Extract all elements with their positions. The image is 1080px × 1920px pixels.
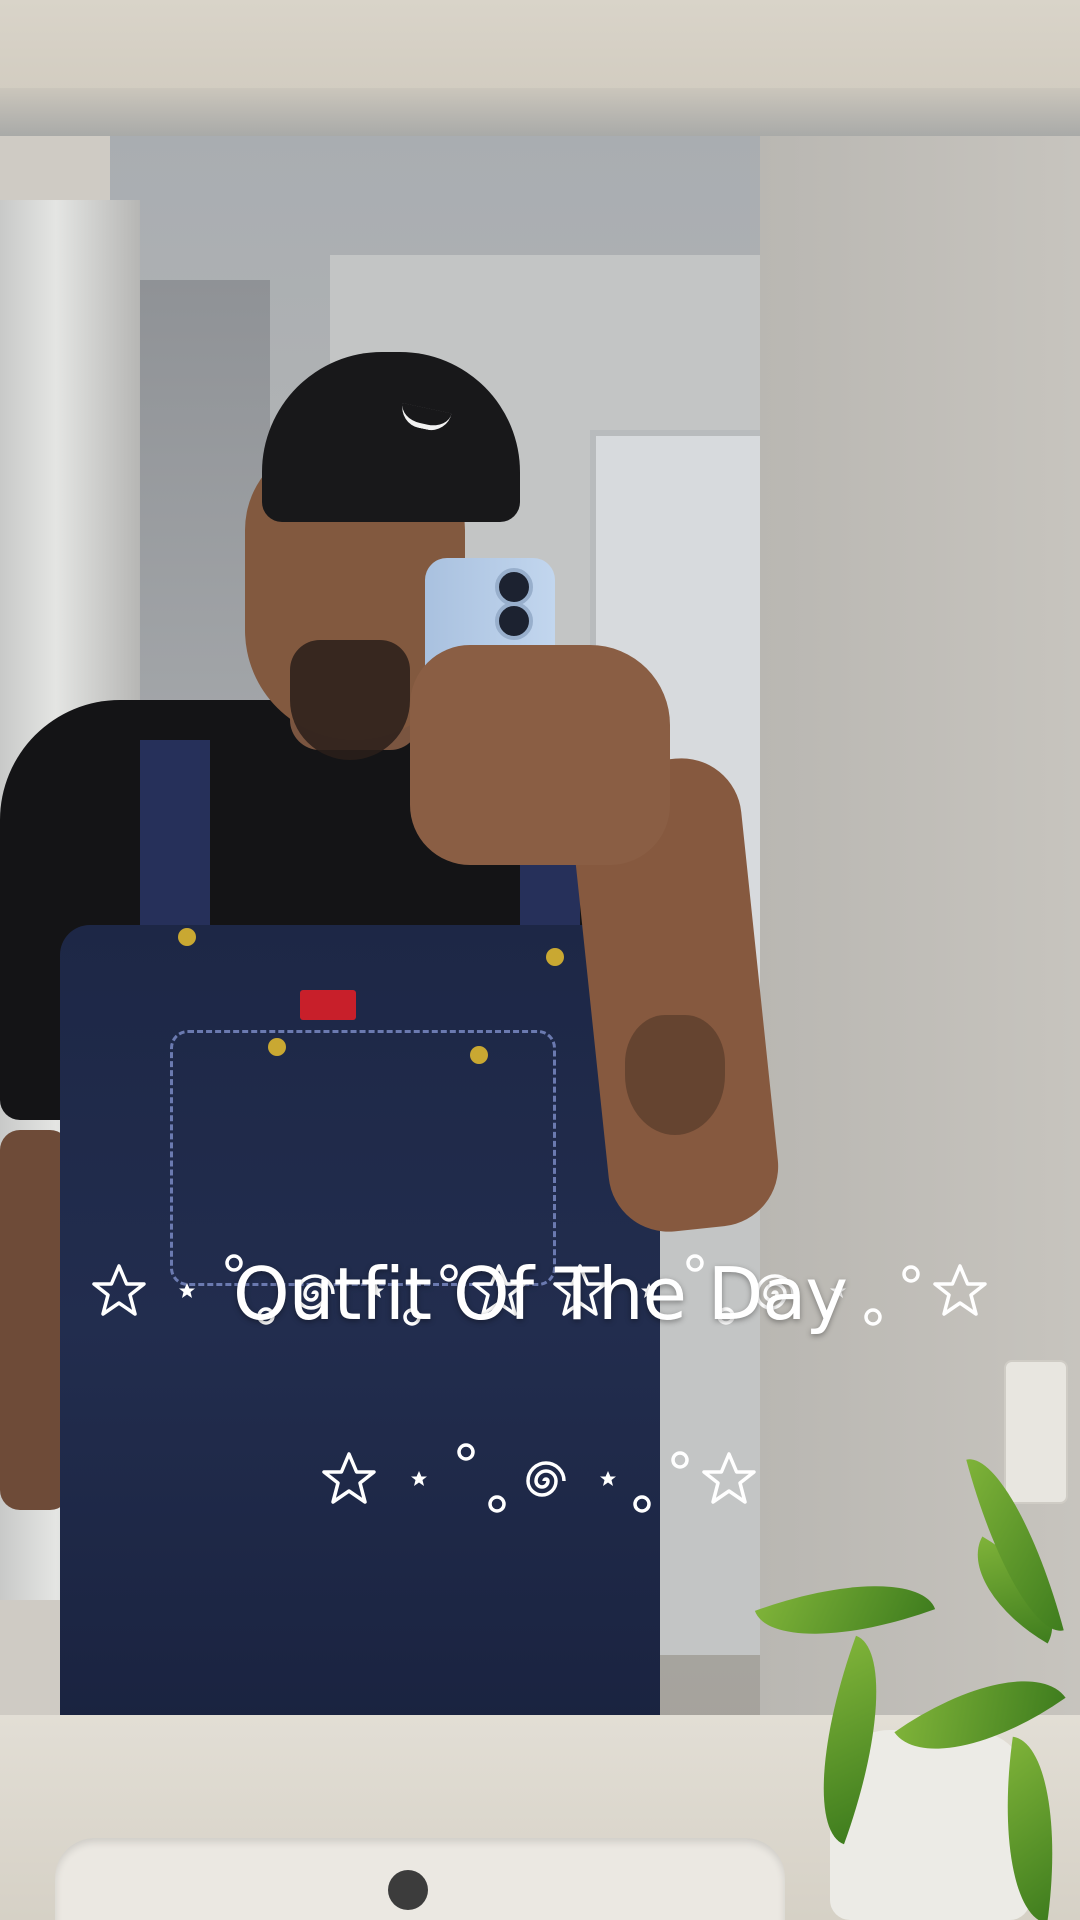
- camera-lens-icon: [495, 602, 533, 640]
- rivet: [178, 928, 196, 946]
- photo-background: [0, 0, 1080, 1920]
- wall-outlet: [1004, 1360, 1068, 1504]
- bib-pocket: [170, 1030, 556, 1286]
- rivet: [268, 1038, 286, 1056]
- sink-drain: [388, 1870, 428, 1910]
- mirror-edge: [0, 88, 1080, 136]
- overlay-title: Outfit Of The Day: [233, 1252, 848, 1336]
- side-wall: [760, 130, 1080, 1770]
- overall-strap-left: [140, 740, 210, 940]
- tattoo: [625, 1015, 725, 1135]
- rivet: [470, 1046, 488, 1064]
- hand: [410, 645, 670, 865]
- rivet: [546, 948, 564, 966]
- beard: [290, 640, 410, 760]
- brand-label: [300, 990, 356, 1020]
- camera-lens-icon: [495, 568, 533, 606]
